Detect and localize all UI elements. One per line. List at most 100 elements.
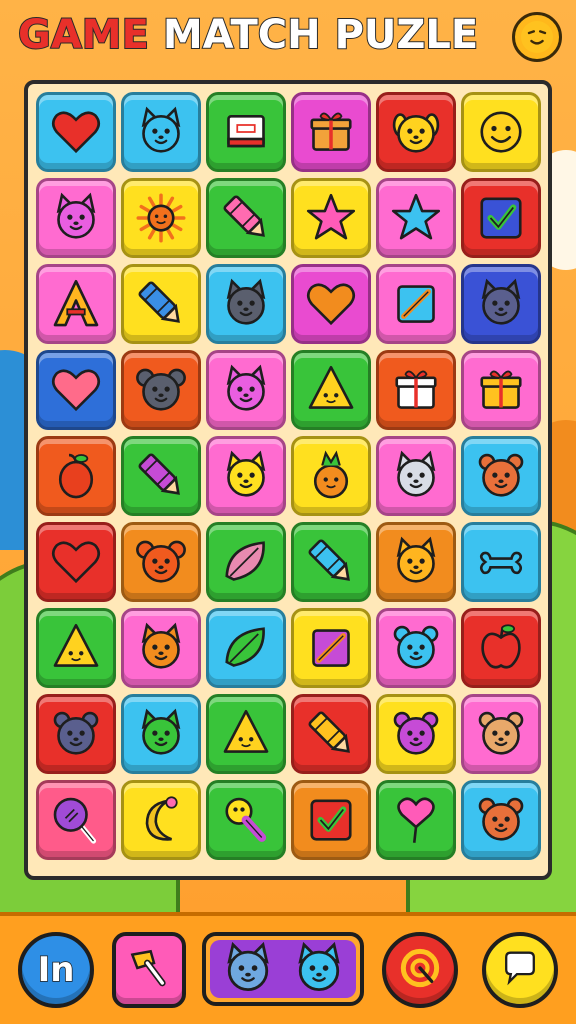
game-tile[interactable] [376, 264, 456, 344]
mouse-face-icon [136, 368, 186, 411]
game-tile[interactable] [461, 436, 541, 516]
letter-a-icon [53, 279, 99, 327]
game-tile[interactable] [121, 694, 201, 774]
dog-face-icon [392, 113, 440, 153]
game-tile[interactable] [206, 780, 286, 860]
pencil-icon [312, 629, 350, 667]
game-tile[interactable] [461, 522, 541, 602]
game-tile[interactable] [206, 608, 286, 688]
chat-button[interactable] [482, 932, 558, 1008]
game-tile[interactable] [461, 92, 541, 172]
game-tile[interactable] [36, 264, 116, 344]
crayon-icon [308, 539, 350, 581]
cat-face-icon [297, 941, 340, 992]
pencil-icon [397, 285, 435, 323]
game-tile[interactable] [121, 350, 201, 430]
target-button[interactable] [382, 932, 458, 1008]
game-tile[interactable] [36, 178, 116, 258]
game-tile[interactable] [376, 608, 456, 688]
game-tile[interactable] [121, 178, 201, 258]
game-tile[interactable] [121, 92, 201, 172]
hammer-icon [124, 943, 174, 997]
game-tile[interactable] [291, 436, 371, 516]
apple-icon [481, 624, 521, 669]
title-word: GAME [17, 11, 150, 59]
leaf-icon [225, 627, 265, 667]
game-tile[interactable] [36, 522, 116, 602]
game-tile[interactable] [206, 522, 286, 602]
mouse-face-icon [136, 540, 186, 583]
game-tile[interactable] [36, 436, 116, 516]
chat-bubble-icon [497, 945, 543, 995]
triangle-face-icon [53, 623, 99, 667]
queue-slot[interactable] [218, 940, 278, 998]
game-tile[interactable] [376, 522, 456, 602]
match-queue-tray [202, 932, 364, 1006]
game-tile[interactable] [206, 264, 286, 344]
gift-box-icon [480, 370, 522, 409]
game-tile[interactable] [206, 694, 286, 774]
game-tile[interactable] [291, 264, 371, 344]
game-tile[interactable] [376, 350, 456, 430]
queue-slot[interactable] [289, 940, 349, 998]
game-tile[interactable] [36, 92, 116, 172]
game-tile[interactable] [376, 780, 456, 860]
monkey-face-icon [478, 711, 524, 755]
game-tile[interactable] [121, 608, 201, 688]
bear-face-icon [393, 711, 439, 755]
balloon-heart-icon [397, 797, 435, 843]
game-tile[interactable] [461, 694, 541, 774]
game-tile[interactable] [291, 350, 371, 430]
game-tile[interactable] [291, 178, 371, 258]
game-tile[interactable] [291, 522, 371, 602]
cat-face-icon [56, 192, 96, 239]
game-tile[interactable] [121, 522, 201, 602]
game-tile[interactable] [36, 780, 116, 860]
smiley-face-icon[interactable] [512, 12, 562, 62]
cat-face-icon [141, 106, 181, 153]
game-tile[interactable] [461, 264, 541, 344]
smiley-face-icon [480, 111, 522, 153]
game-tile[interactable] [206, 350, 286, 430]
game-tile[interactable] [121, 780, 201, 860]
game-tile[interactable] [376, 178, 456, 258]
game-tile[interactable] [206, 178, 286, 258]
game-title: GAME MATCH PUZLE [17, 11, 480, 59]
heart-icon [51, 369, 101, 412]
game-tile[interactable] [206, 92, 286, 172]
star-icon [391, 193, 441, 240]
game-tile[interactable] [206, 436, 286, 516]
game-tile[interactable] [36, 694, 116, 774]
level-button[interactable]: In [18, 932, 94, 1008]
gift-box-icon [310, 112, 352, 151]
game-tile[interactable] [461, 178, 541, 258]
game-tile[interactable] [36, 608, 116, 688]
game-tile[interactable] [376, 694, 456, 774]
star-icon [306, 193, 356, 240]
game-tile[interactable] [461, 608, 541, 688]
crayon-icon [308, 711, 350, 753]
game-tile[interactable] [376, 92, 456, 172]
game-tile[interactable] [291, 780, 371, 860]
game-tile[interactable] [36, 350, 116, 430]
cat-face-icon [481, 278, 521, 325]
triangle-face-icon [308, 365, 354, 409]
game-tile[interactable] [461, 780, 541, 860]
game-tile[interactable] [291, 608, 371, 688]
cat-face-icon [226, 941, 269, 992]
game-tile[interactable] [376, 436, 456, 516]
target-icon [395, 943, 445, 997]
game-tile[interactable] [291, 92, 371, 172]
heart-icon [51, 111, 101, 154]
leaf-icon [225, 541, 265, 581]
bear-face-icon [478, 453, 524, 497]
hammer-button[interactable] [112, 932, 186, 1008]
level-button-label: In [37, 949, 75, 991]
title-word: PUZLE [334, 11, 480, 59]
game-tile[interactable] [121, 436, 201, 516]
game-board [24, 80, 552, 880]
game-tile[interactable] [291, 694, 371, 774]
game-tile[interactable] [461, 350, 541, 430]
cat-face-icon [226, 278, 266, 325]
game-tile[interactable] [121, 264, 201, 344]
